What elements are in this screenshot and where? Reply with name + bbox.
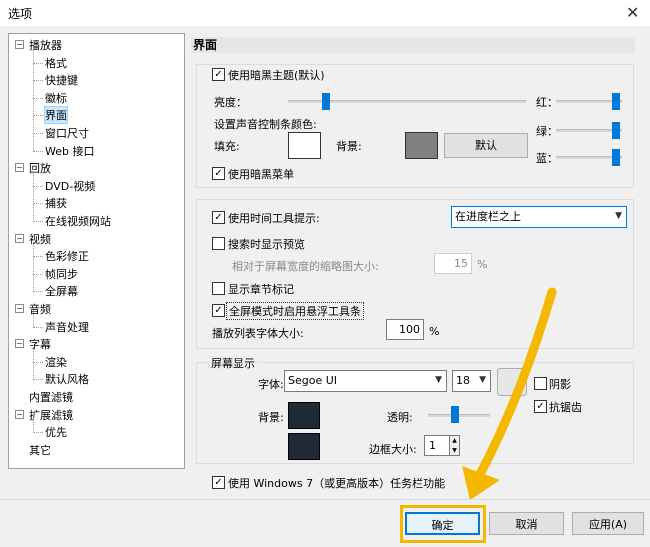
pointer-arrow-annotation: [462, 287, 557, 500]
